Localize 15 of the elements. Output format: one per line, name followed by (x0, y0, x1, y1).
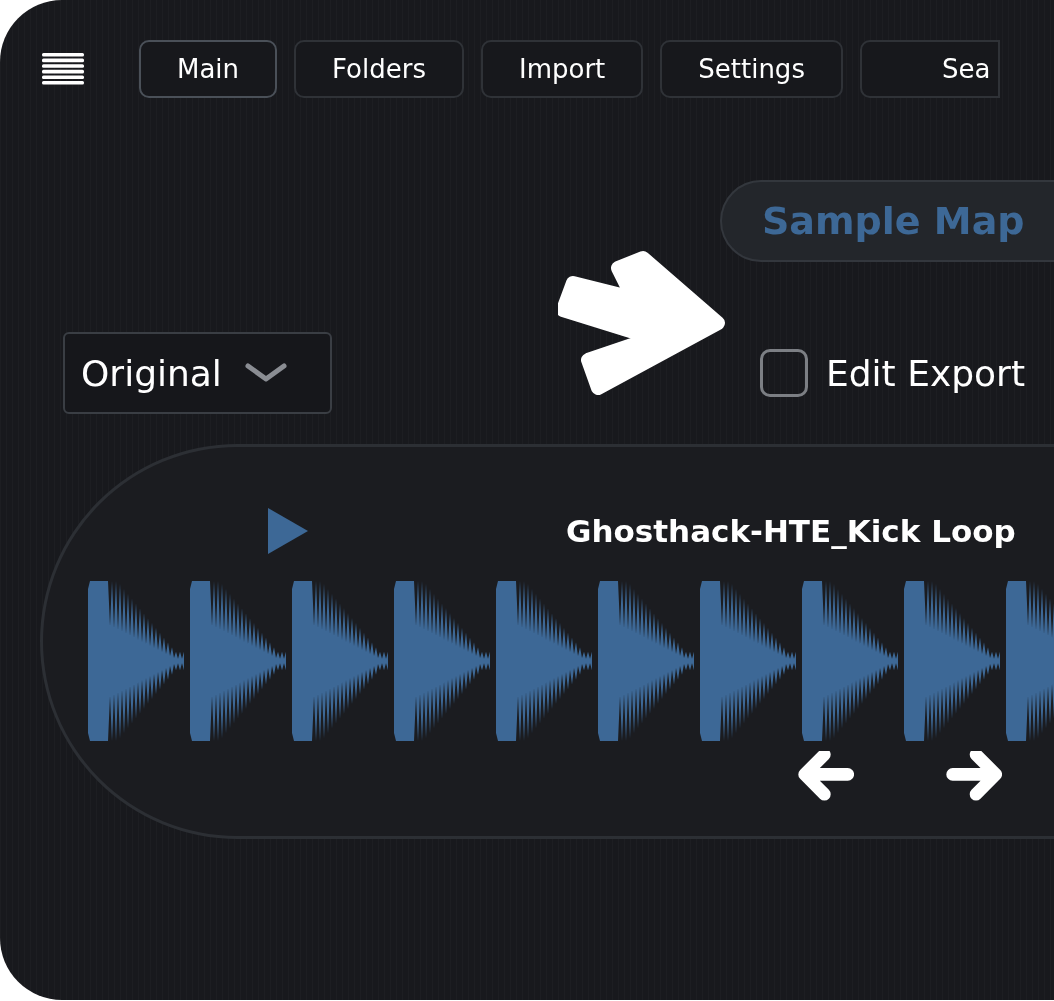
checkbox[interactable] (760, 349, 808, 397)
checkbox-label: Edit Export (826, 352, 1025, 394)
pointing-arrow-icon (558, 248, 728, 398)
chevron-down-icon (243, 362, 288, 384)
tab[interactable]: Main (139, 40, 278, 98)
tab[interactable]: Folders (294, 40, 464, 98)
play-icon[interactable] (268, 508, 308, 554)
arrow-left-icon[interactable] (798, 751, 854, 803)
tab[interactable]: Sea (859, 40, 1000, 98)
menu-icon[interactable] (42, 53, 84, 85)
dropdown[interactable]: Original (63, 332, 332, 414)
arrow-right-icon[interactable] (946, 751, 1002, 803)
tab[interactable]: Settings (660, 40, 843, 98)
tab[interactable]: Import (481, 40, 644, 98)
sample-title: Ghosthack-HTE_Kick Loop (566, 513, 1016, 549)
